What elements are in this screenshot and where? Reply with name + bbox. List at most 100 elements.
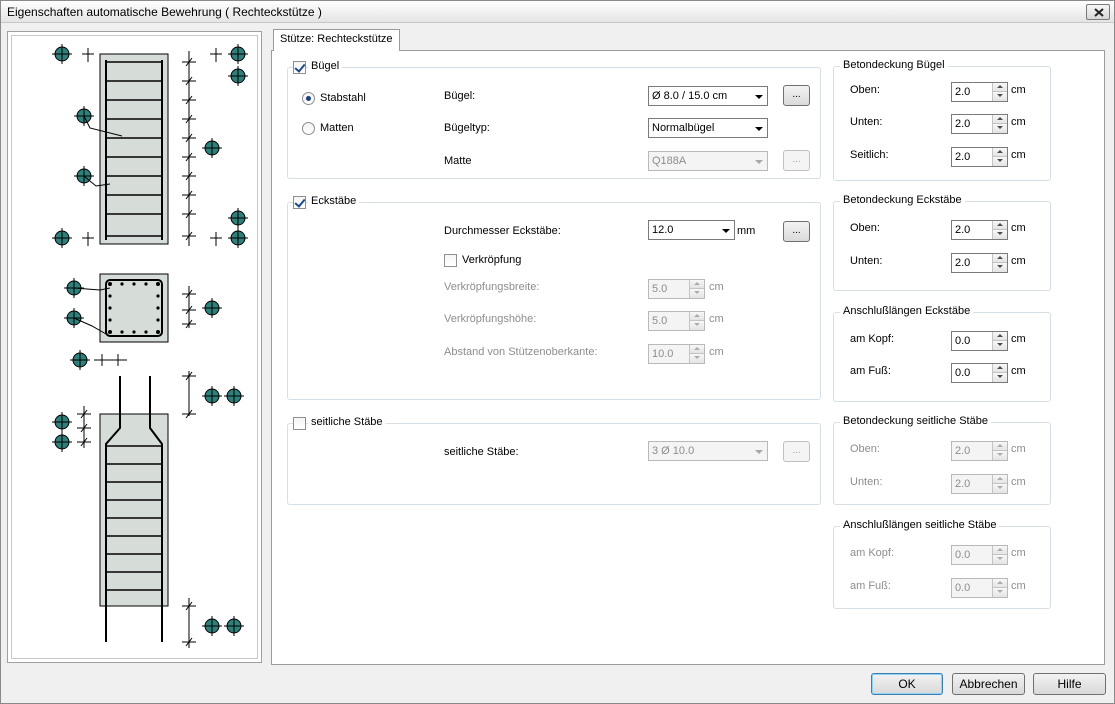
buegeltyp-select[interactable]: Normalbügel — [648, 118, 768, 138]
eckstaebe-group-title: Eckstäbe — [308, 195, 360, 207]
spin-up-icon[interactable] — [992, 254, 1007, 263]
spin-down-icon[interactable] — [689, 321, 704, 330]
spin-down-icon[interactable] — [992, 484, 1007, 493]
verkroepfung-checkbox[interactable] — [444, 254, 457, 267]
bd-buegel-oben-input[interactable]: 2.0 — [951, 82, 1008, 102]
al-eck-kopf-input[interactable]: 0.0 — [951, 331, 1008, 351]
spin-down-icon[interactable] — [992, 124, 1007, 133]
bd-eck-unten-input[interactable]: 2.0 — [951, 253, 1008, 273]
dialog-window: Eigenschaften automatische Bewehrung ( R… — [0, 0, 1115, 704]
spin-up-icon[interactable] — [992, 332, 1007, 341]
seitliche-staebe-browse-button[interactable]: ... — [783, 441, 810, 462]
matte-select[interactable]: Q188A — [648, 151, 768, 171]
spin-down-icon[interactable] — [992, 451, 1007, 460]
spin-down-icon[interactable] — [992, 373, 1007, 382]
al-eck-fuss-unit: cm — [1011, 365, 1026, 377]
spin-down-icon[interactable] — [992, 341, 1007, 350]
help-button[interactable]: Hilfe — [1033, 673, 1106, 695]
spin-down-icon[interactable] — [992, 555, 1007, 564]
column-reinforcement-drawing — [51, 43, 249, 648]
al-seitlich-fuss-input[interactable]: 0.0 — [951, 578, 1008, 598]
betondeckung-eck-group: Betondeckung Eckstäbe Oben: 2.0 cm Unten… — [833, 194, 1051, 291]
ok-button[interactable]: OK — [871, 673, 943, 695]
al-eck-kopf-unit: cm — [1011, 333, 1026, 345]
betondeckung-eck-title: Betondeckung Eckstäbe — [840, 194, 965, 206]
anschluss-eck-group: Anschlußlängen Eckstäbe am Kopf: 0.0 cm … — [833, 305, 1051, 402]
spin-down-icon[interactable] — [992, 263, 1007, 272]
al-seitlich-fuss-label: am Fuß: — [850, 580, 891, 592]
bd-eck-oben-input[interactable]: 2.0 — [951, 220, 1008, 240]
spin-down-icon[interactable] — [992, 588, 1007, 597]
cancel-button[interactable]: Abbrechen — [952, 673, 1025, 695]
durchmesser-select[interactable]: 12.0 — [648, 220, 735, 240]
chevron-down-icon — [755, 127, 763, 131]
chevron-down-icon — [755, 160, 763, 164]
durchmesser-browse-button[interactable]: ... — [783, 221, 810, 242]
spin-down-icon[interactable] — [689, 354, 704, 363]
chevron-down-icon — [722, 229, 730, 233]
spin-down-icon[interactable] — [689, 289, 704, 298]
bd-seitlich-oben-input[interactable]: 2.0 — [951, 441, 1008, 461]
al-seitlich-kopf-unit: cm — [1011, 547, 1026, 559]
chevron-down-icon — [755, 95, 763, 99]
bd-buegel-seitlich-input[interactable]: 2.0 — [951, 147, 1008, 167]
bd-buegel-unten-unit: cm — [1011, 116, 1026, 128]
betondeckung-buegel-title: Betondeckung Bügel — [840, 59, 948, 71]
seitliche-staebe-select[interactable]: 3 Ø 10.0 — [648, 441, 768, 461]
seitliche-staebe-checkbox[interactable] — [293, 417, 306, 430]
al-seitlich-fuss-unit: cm — [1011, 580, 1026, 592]
spin-up-icon[interactable] — [689, 345, 704, 354]
spin-up-icon[interactable] — [992, 364, 1007, 373]
spin-down-icon[interactable] — [992, 92, 1007, 101]
spin-up-icon[interactable] — [992, 579, 1007, 588]
al-eck-fuss-label: am Fuß: — [850, 365, 891, 377]
spin-up-icon[interactable] — [992, 442, 1007, 451]
buegel-browse-button[interactable]: ... — [783, 85, 810, 106]
spin-down-icon[interactable] — [992, 157, 1007, 166]
chevron-down-icon — [755, 450, 763, 454]
anschluss-seitlich-title: Anschlußlängen seitliche Stäbe — [840, 519, 1000, 531]
spin-up-icon[interactable] — [992, 475, 1007, 484]
abstand-unit: cm — [709, 346, 724, 358]
bd-eck-oben-label: Oben: — [850, 222, 880, 234]
eckstaebe-group: Eckstäbe Durchmesser Eckstäbe: 12.0 mm .… — [287, 195, 821, 400]
al-eck-fuss-input[interactable]: 0.0 — [951, 363, 1008, 383]
betondeckung-seitlich-group: Betondeckung seitliche Stäbe Oben: 2.0 c… — [833, 415, 1051, 505]
spin-up-icon[interactable] — [992, 83, 1007, 92]
al-eck-kopf-label: am Kopf: — [850, 333, 895, 345]
bd-buegel-oben-label: Oben: — [850, 84, 880, 96]
close-button[interactable] — [1086, 4, 1110, 20]
matte-browse-button[interactable]: ... — [783, 150, 810, 171]
bd-eck-unten-unit: cm — [1011, 255, 1026, 267]
bd-buegel-seitlich-label: Seitlich: — [850, 149, 889, 161]
stabstahl-label: Stabstahl — [320, 92, 366, 104]
abstand-input[interactable]: 10.0 — [648, 344, 705, 364]
spin-up-icon[interactable] — [689, 280, 704, 289]
bd-seitlich-oben-label: Oben: — [850, 443, 880, 455]
al-seitlich-kopf-input[interactable]: 0.0 — [951, 545, 1008, 565]
spin-up-icon[interactable] — [992, 148, 1007, 157]
stabstahl-radio[interactable] — [302, 92, 315, 105]
eckstaebe-checkbox[interactable] — [293, 196, 306, 209]
buegel-group-title: Bügel — [308, 60, 343, 72]
spin-up-icon[interactable] — [992, 115, 1007, 124]
buegel-checkbox[interactable] — [293, 61, 306, 74]
bd-buegel-oben-unit: cm — [1011, 84, 1026, 96]
spin-up-icon[interactable] — [992, 221, 1007, 230]
matte-label: Matte — [444, 155, 472, 167]
bd-seitlich-unten-input[interactable]: 2.0 — [951, 474, 1008, 494]
matten-radio[interactable] — [302, 122, 315, 135]
verkroepfungshoehe-input[interactable]: 5.0 — [648, 311, 705, 331]
buegel-select[interactable]: Ø 8.0 / 15.0 cm — [648, 86, 768, 106]
spin-up-icon[interactable] — [992, 546, 1007, 555]
reinforcement-preview — [7, 31, 262, 663]
bd-buegel-unten-input[interactable]: 2.0 — [951, 114, 1008, 134]
verkroepfungsbreite-input[interactable]: 5.0 — [648, 279, 705, 299]
seitliche-staebe-group-title: seitliche Stäbe — [308, 416, 386, 428]
tab-rechteckstuetze[interactable]: Stütze: Rechteckstütze — [273, 29, 400, 51]
spin-up-icon[interactable] — [689, 312, 704, 321]
title-bar: Eigenschaften automatische Bewehrung ( R… — [1, 1, 1114, 23]
bd-eck-oben-unit: cm — [1011, 222, 1026, 234]
betondeckung-buegel-group: Betondeckung Bügel Oben: 2.0 cm Unten: 2… — [833, 59, 1051, 181]
spin-down-icon[interactable] — [992, 230, 1007, 239]
